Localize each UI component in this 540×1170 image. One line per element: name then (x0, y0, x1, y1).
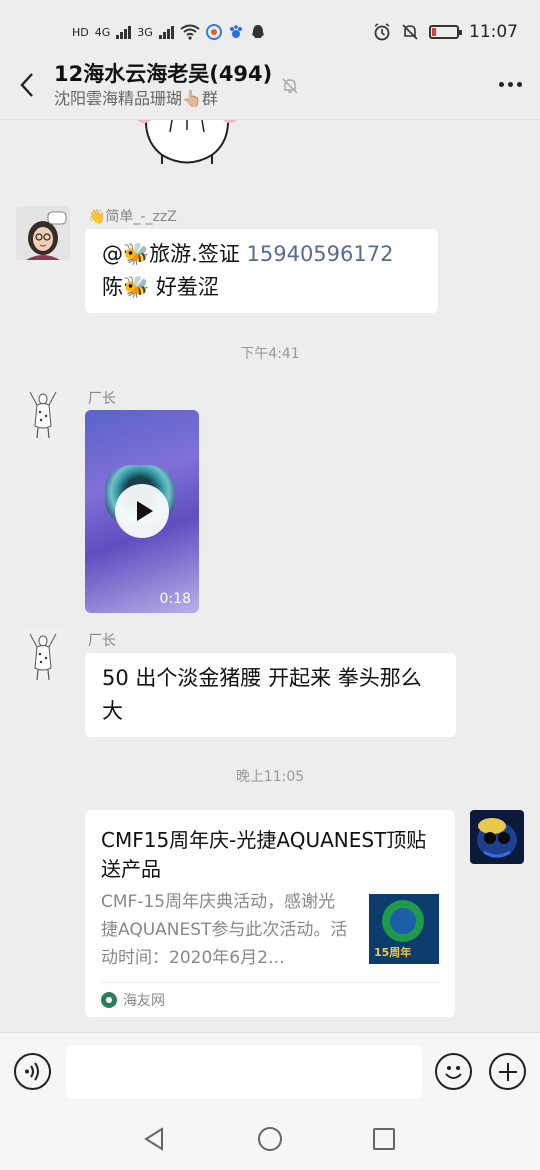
signal-bars-icon-2 (158, 25, 174, 39)
message-bubble[interactable]: 50 出个淡金猪腰 开起来 拳头那么大 (85, 653, 456, 737)
chat-messages[interactable]: 👋简单_-_zzZ @🐝旅游.签证 15940596172 陈🐝 好羞涩 下午4… (0, 120, 540, 1032)
message-input[interactable] (66, 1045, 422, 1099)
chat-subtitle: 沈阳雲海精品珊瑚👆🏼群 (54, 88, 218, 108)
alarm-icon (374, 23, 390, 41)
divider (101, 982, 439, 983)
plus-button[interactable] (489, 1053, 526, 1090)
status-time: 11:07 (469, 22, 518, 42)
link-title: CMF15周年庆-光捷AQUANEST顶贴送产品 (101, 828, 427, 881)
battery-icon (429, 25, 462, 39)
nav-back-icon[interactable] (143, 1127, 165, 1151)
nav-recent-icon[interactable] (373, 1128, 395, 1150)
status-right: 11:07 (373, 22, 518, 42)
user-avatar-image (16, 628, 70, 682)
phone-number-link[interactable]: 15940596172 (247, 242, 394, 266)
source-logo-icon (101, 992, 117, 1008)
message-text: @🐝旅游.签证 (102, 242, 247, 266)
link-description: CMF-15周年庆典活动，感谢光捷AQUANEST参与此次活动。活动时间：202… (101, 892, 348, 968)
timestamp: 晚上11:05 (235, 769, 305, 785)
user-avatar-image (16, 386, 70, 440)
hd-label: HD (72, 25, 89, 39)
chat-title: 12海水云海老吴(494) (54, 61, 273, 86)
sender-name: 厂长 (88, 391, 116, 407)
signal-bars-icon (116, 25, 132, 39)
more-dot-icon (507, 82, 513, 87)
signal-4g-label: 4G (94, 25, 111, 39)
link-thumbnail: 15周年 (369, 894, 439, 964)
bell-off-icon (282, 78, 298, 94)
emoji-icon (445, 1066, 462, 1079)
qq-app-icon (252, 25, 264, 38)
sender-name: 厂长 (88, 633, 116, 649)
avatar[interactable] (16, 628, 70, 682)
more-button[interactable] (480, 50, 540, 120)
my-avatar[interactable] (470, 810, 524, 864)
timestamp: 下午4:41 (240, 346, 300, 362)
nav-home-icon[interactable] (258, 1127, 282, 1151)
video-message[interactable]: 0:18 (85, 410, 199, 613)
browser-app-icon (205, 24, 222, 40)
system-nav-bar (0, 1110, 540, 1170)
emoji-button[interactable] (435, 1053, 472, 1090)
input-bar (0, 1032, 540, 1110)
avatar[interactable] (16, 386, 70, 440)
more-dot-icon (498, 82, 504, 87)
message-text: 陈🐝 好羞涩 (102, 275, 219, 299)
voice-icon (25, 1062, 39, 1081)
link-source: 海友网 (101, 990, 165, 1010)
thumbnail-badge: 15周年 (374, 946, 412, 959)
anniversary-logo-icon (382, 900, 424, 942)
chat-header: 12海水云海老吴(494) 沈阳雲海精品珊瑚👆🏼群 (0, 50, 540, 120)
sender-name: 👋简单_-_zzZ (88, 209, 177, 225)
title-block[interactable]: 12海水云海老吴(494) 沈阳雲海精品珊瑚👆🏼群 (54, 60, 480, 110)
notifications-off-icon (402, 24, 418, 40)
video-duration: 0:18 (159, 591, 191, 607)
baidu-app-icon (229, 25, 242, 38)
user-avatar-image (16, 206, 70, 260)
more-dot-icon (516, 82, 522, 87)
avatar[interactable] (16, 206, 70, 260)
source-name: 海友网 (123, 993, 165, 1009)
wifi-icon (180, 24, 200, 40)
back-button[interactable] (0, 50, 54, 120)
voice-button[interactable] (14, 1053, 51, 1090)
sticker-image[interactable] (132, 120, 242, 168)
signal-3g-label: 3G (137, 25, 153, 39)
chevron-left-icon (20, 72, 33, 97)
network-status: HD 4G 3G (72, 24, 266, 40)
message-bubble[interactable]: @🐝旅游.签证 15940596172 陈🐝 好羞涩 (85, 229, 438, 313)
message-text: 50 出个淡金猪腰 开起来 拳头那么大 (102, 666, 422, 723)
user-avatar-image (470, 810, 524, 864)
link-card[interactable]: CMF15周年庆-光捷AQUANEST顶贴送产品 CMF-15周年庆典活动，感谢… (85, 810, 455, 1017)
play-icon[interactable] (115, 484, 169, 538)
